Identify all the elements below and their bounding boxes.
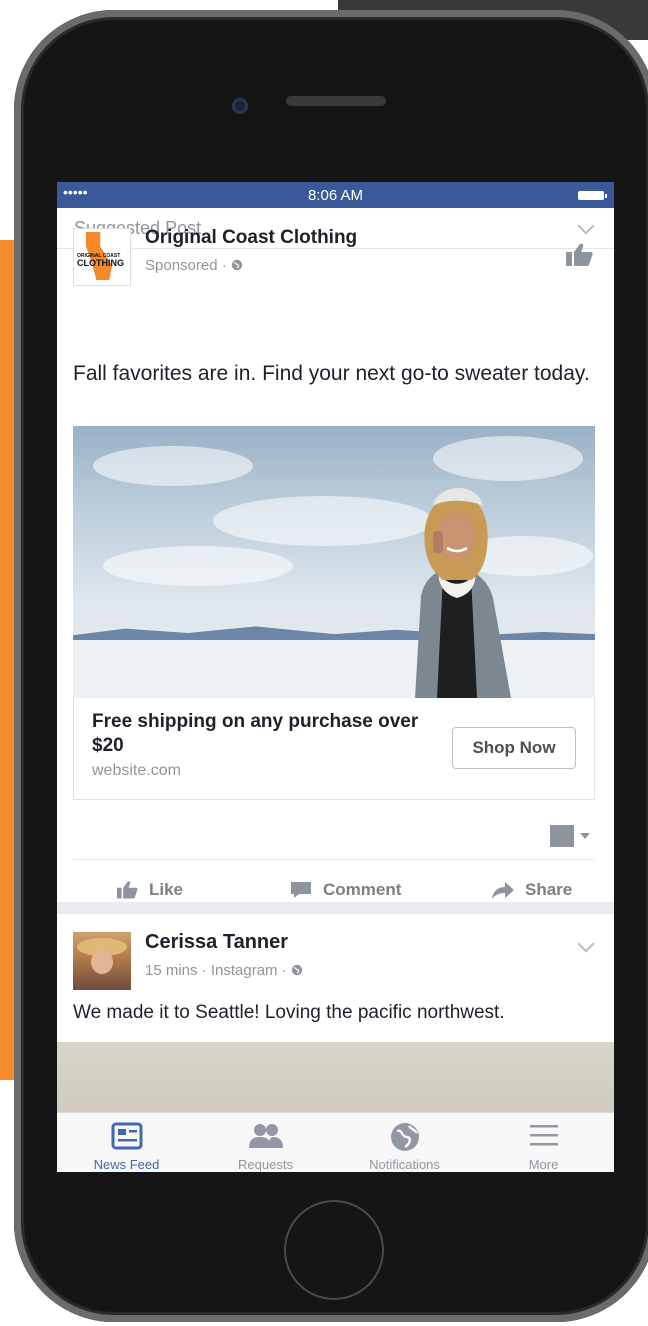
battery-icon xyxy=(578,191,607,200)
thumbs-up-icon xyxy=(117,881,138,899)
tab-label: More xyxy=(528,1157,559,1172)
globe-icon xyxy=(231,259,243,271)
globe-icon xyxy=(291,964,303,976)
status-time: 8:06 AM xyxy=(307,187,364,204)
ad-image[interactable] xyxy=(73,426,595,698)
menu-icon xyxy=(529,1125,558,1146)
sponsored-meta: Sponsored · xyxy=(145,257,243,274)
friend-name[interactable]: Cerissa Tanner xyxy=(145,931,288,954)
shop-now-button[interactable]: Shop Now xyxy=(452,727,576,769)
chevron-down-icon[interactable] xyxy=(577,217,595,235)
audience-selector[interactable] xyxy=(550,825,592,847)
page-name[interactable]: Original Coast Clothing xyxy=(145,227,357,249)
friend-post-meta: 15 mins · Instagram · xyxy=(145,962,303,979)
friends-icon xyxy=(248,1124,283,1148)
friend-post-time: 15 mins · Instagram · xyxy=(145,962,291,979)
earpiece-speaker xyxy=(286,96,386,106)
home-button[interactable] xyxy=(284,1200,384,1300)
like-page-icon[interactable] xyxy=(564,242,594,273)
status-bar: ••••• 8:06 AM xyxy=(57,182,614,208)
tab-label: Requests xyxy=(238,1157,293,1172)
phone-frame: ••••• 8:06 AM Suggested Post ORIGINAL CO… xyxy=(14,10,648,1322)
avatar[interactable] xyxy=(73,932,131,990)
globe-icon xyxy=(390,1123,419,1151)
tab-label: News Feed xyxy=(93,1157,160,1172)
share-arrow-icon xyxy=(492,882,514,899)
audience-icon xyxy=(550,825,574,847)
front-camera xyxy=(232,98,248,114)
comment-icon xyxy=(291,882,311,898)
phone-screen: ••••• 8:06 AM Suggested Post ORIGINAL CO… xyxy=(57,182,614,1172)
chevron-down-icon[interactable] xyxy=(577,935,595,953)
bottom-tab-bar: News Feed Requests Notifications More xyxy=(57,1112,614,1172)
tab-news-feed[interactable]: News Feed xyxy=(57,1113,196,1172)
link-preview[interactable]: Free shipping on any purchase over $20 w… xyxy=(73,698,595,800)
link-title[interactable]: Free shipping on any purchase over $20 xyxy=(92,710,422,758)
news-feed-icon xyxy=(111,1122,142,1150)
like-button[interactable]: Like xyxy=(115,860,183,920)
comment-button[interactable]: Comment xyxy=(289,860,401,920)
caret-down-icon xyxy=(580,833,590,839)
page-logo[interactable]: ORIGINAL COAST CLOTHING xyxy=(73,228,131,286)
post-actions: Like Comment Share xyxy=(73,859,595,920)
comment-label: Comment xyxy=(323,880,402,899)
woman-figure xyxy=(415,487,511,698)
share-button[interactable]: Share xyxy=(491,860,572,920)
tab-more[interactable]: More xyxy=(474,1113,613,1172)
tab-notifications[interactable]: Notifications xyxy=(335,1113,474,1172)
tab-requests[interactable]: Requests xyxy=(196,1113,335,1172)
like-label: Like xyxy=(149,880,184,899)
logo-text: ORIGINAL COAST CLOTHING xyxy=(77,253,124,268)
share-label: Share xyxy=(525,880,573,899)
sponsored-post-card: Suggested Post ORIGINAL COAST CLOTHING Or… xyxy=(57,208,614,902)
friend-post-caption: We made it to Seattle! Loving the pacifi… xyxy=(73,1002,505,1023)
link-url: website.com xyxy=(92,762,181,779)
sponsored-label: Sponsored · xyxy=(145,257,231,274)
post-caption: Fall favorites are in. Find your next go… xyxy=(73,362,590,385)
tab-label: Notifications xyxy=(369,1157,440,1172)
